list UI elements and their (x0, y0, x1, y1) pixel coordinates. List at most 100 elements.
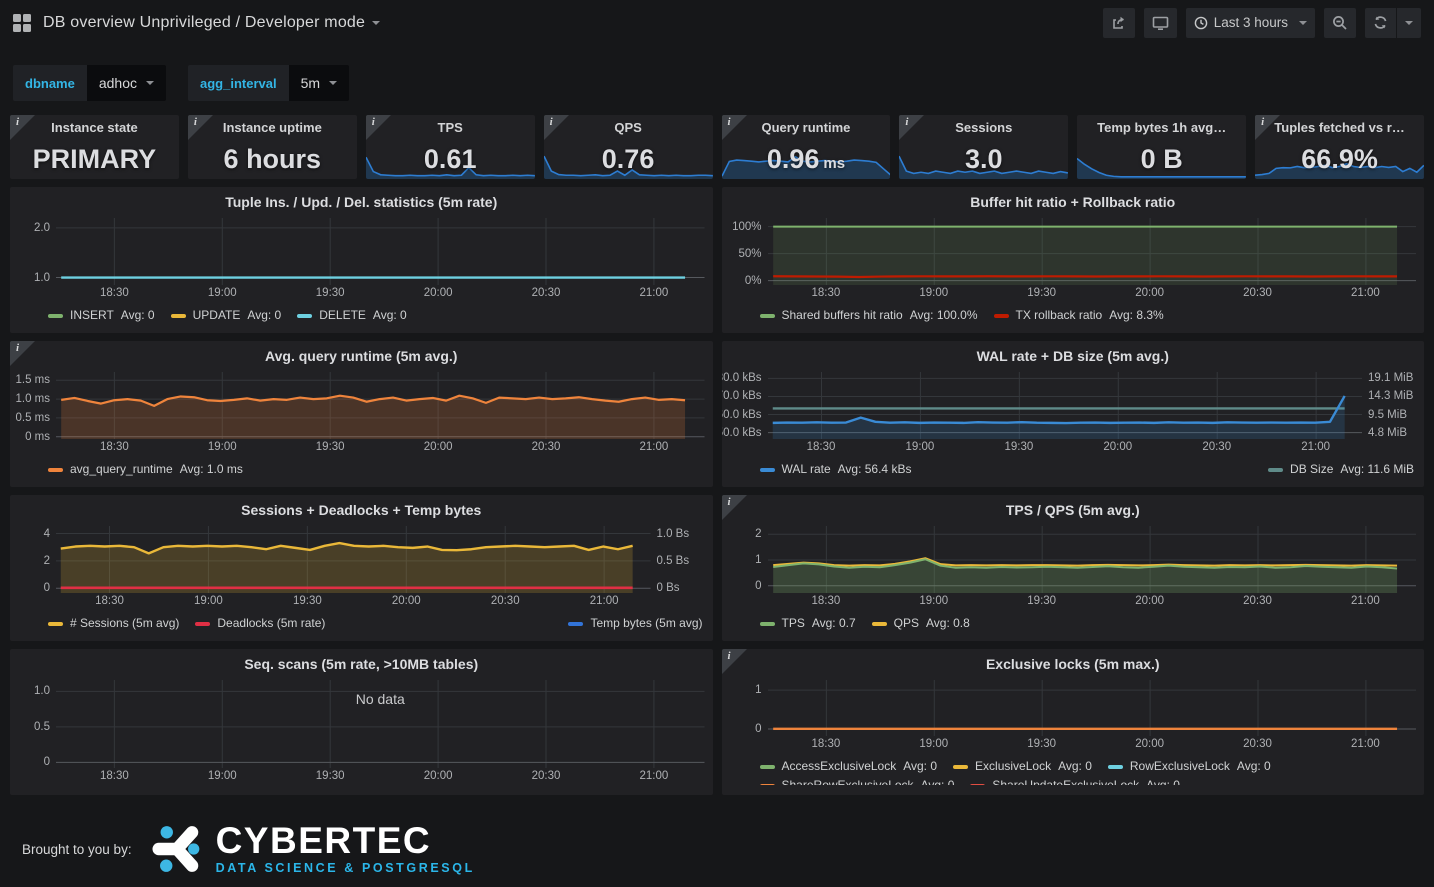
x-axis-label: 19:00 (208, 287, 237, 299)
chart-title[interactable]: Exclusive locks (5m max.) (722, 656, 1425, 680)
chart-title[interactable]: TPS / QPS (5m avg.) (722, 502, 1425, 526)
chart-title[interactable]: Sessions + Deadlocks + Temp bytes (10, 502, 713, 526)
share-button[interactable] (1103, 8, 1135, 38)
y-axis-label: 70.0 kBs (722, 390, 762, 402)
variable-dbname[interactable]: dbname adhoc (13, 65, 166, 101)
stat-title[interactable]: Sessions (899, 120, 1068, 135)
legend-color-swatch (48, 622, 63, 626)
legend-item-tps[interactable]: TPSAvg: 0.7 (760, 614, 856, 633)
y-axis-label: 0 (44, 582, 50, 594)
plot-area[interactable] (768, 218, 1417, 285)
legend-item-deadlocks-5m-rate[interactable]: Deadlocks (5m rate) (195, 614, 325, 633)
x-axis-label: 21:00 (640, 441, 669, 453)
chart-panel-sessions-deadlocks-temp-bytes: Sessions + Deadlocks + Temp bytes4201.0 … (10, 495, 713, 641)
x-axis-label: 21:00 (1351, 738, 1380, 750)
legend-item-temp-bytes-5m-avg[interactable]: Temp bytes (5m avg) (568, 614, 702, 633)
panel-info-icon[interactable]: i (1255, 115, 1280, 140)
x-axis-label: 19:30 (316, 770, 345, 782)
x-axis-label: 19:30 (316, 441, 345, 453)
legend-item-tx-rollback-ratio[interactable]: TX rollback ratioAvg: 8.3% (994, 306, 1164, 325)
x-axis-label: 20:00 (424, 441, 453, 453)
dashboard-grid-icon[interactable] (13, 14, 31, 32)
time-range-picker[interactable]: Last 3 hours (1186, 8, 1315, 38)
plot-area[interactable] (768, 526, 1417, 593)
panel-info-icon[interactable]: i (722, 495, 747, 520)
chart-title[interactable]: Buffer hit ratio + Rollback ratio (722, 194, 1425, 218)
stat-title[interactable]: Instance state (10, 120, 179, 135)
chart-panel-grid: Tuple Ins. / Upd. / Del. statistics (5m … (10, 187, 1424, 795)
legend-color-swatch (760, 784, 775, 786)
x-axis-label: 19:30 (1027, 287, 1056, 299)
stat-title[interactable]: TPS (366, 120, 535, 135)
plot-area[interactable] (56, 526, 651, 593)
legend-item-sessions-5m-avg[interactable]: # Sessions (5m avg) (48, 614, 179, 633)
legend-label: ShareUpdateExclusiveLock (992, 776, 1139, 785)
y-axis-right: 1.0 Bs0.5 Bs0 Bs (651, 526, 705, 593)
legend-item-rowexclusivelock[interactable]: RowExclusiveLockAvg: 0 (1108, 757, 1271, 776)
plot-area[interactable] (768, 372, 1363, 439)
legend-item-sharerowexclusivelock[interactable]: ShareRowExclusiveLockAvg: 0 (760, 776, 955, 785)
legend-item-db-size[interactable]: DB SizeAvg: 11.6 MiB (1268, 460, 1414, 479)
legend-color-swatch (1108, 765, 1123, 769)
stat-title[interactable]: QPS (544, 120, 713, 135)
y-axis-label: 1.0 (34, 272, 50, 284)
stat-title[interactable]: Query runtime (722, 120, 891, 135)
dashboard-title[interactable]: DB overview Unprivileged / Developer mod… (43, 14, 365, 32)
series-line-tx-rollback-ratio (773, 276, 1397, 277)
legend-item-accessexclusivelock[interactable]: AccessExclusiveLockAvg: 0 (760, 757, 938, 776)
chart-title[interactable]: Tuple Ins. / Upd. / Del. statistics (5m … (10, 194, 713, 218)
legend-color-swatch (970, 784, 985, 786)
zoom-out-button[interactable] (1324, 8, 1356, 38)
legend-item-update[interactable]: UPDATEAvg: 0 (171, 306, 282, 325)
x-axis-label: 19:30 (1027, 595, 1056, 607)
tv-mode-button[interactable] (1144, 8, 1177, 38)
legend-item-insert[interactable]: INSERTAvg: 0 (48, 306, 155, 325)
plot-area[interactable]: No data (56, 680, 705, 768)
x-axis: 18:3019:0019:3020:0020:3021:00 (768, 593, 1417, 610)
monitor-icon (1152, 15, 1169, 31)
legend-color-swatch (195, 622, 210, 626)
plot-area[interactable] (56, 372, 705, 439)
refresh-interval-caret-button[interactable] (1397, 8, 1421, 38)
plot-area[interactable] (768, 680, 1417, 736)
chart-title[interactable]: WAL rate + DB size (5m avg.) (722, 348, 1425, 372)
variable-agg-interval-value-dropdown[interactable]: 5m (289, 65, 349, 101)
top-navbar: DB overview Unprivileged / Developer mod… (0, 0, 1434, 45)
stat-title[interactable]: Temp bytes 1h avg… (1077, 120, 1246, 135)
panel-info-icon[interactable]: i (722, 115, 747, 140)
legend-item-delete[interactable]: DELETEAvg: 0 (297, 306, 407, 325)
refresh-button[interactable] (1365, 8, 1396, 38)
panel-info-icon[interactable]: i (722, 649, 747, 674)
legend-item-qps[interactable]: QPSAvg: 0.8 (872, 614, 970, 633)
panel-info-icon[interactable]: i (10, 115, 35, 140)
legend-item-wal-rate[interactable]: WAL rateAvg: 56.4 kBs (760, 460, 912, 479)
legend-label: DB Size (1290, 460, 1333, 479)
panel-info-icon[interactable]: i (544, 115, 569, 140)
variable-agg-interval[interactable]: agg_interval 5m (188, 65, 349, 101)
legend-item-shareupdateexclusivelock[interactable]: ShareUpdateExclusiveLockAvg: 0 (970, 776, 1180, 785)
y-axis-label: 4 (44, 528, 50, 540)
panel-info-icon[interactable]: i (899, 115, 924, 140)
cybertec-logo-link[interactable]: CYBERTEC DATA SCIENCE & POSTGRESQL (148, 821, 475, 877)
title-chevron-down-icon[interactable] (372, 21, 380, 25)
legend-item-exclusivelock[interactable]: ExclusiveLockAvg: 0 (953, 757, 1092, 776)
legend-item-shared-buffers-hit-ratio[interactable]: Shared buffers hit ratioAvg: 100.0% (760, 306, 978, 325)
legend: # Sessions (5m avg) Deadlocks (5m rate) Te… (48, 614, 703, 633)
x-axis-label: 20:00 (424, 287, 453, 299)
legend-label: AccessExclusiveLock (782, 757, 897, 776)
variable-dbname-value-dropdown[interactable]: adhoc (87, 65, 166, 101)
panel-info-icon[interactable]: i (366, 115, 391, 140)
panel-info-icon[interactable]: i (10, 341, 35, 366)
legend-item-avg-query-runtime[interactable]: avg_query_runtimeAvg: 1.0 ms (48, 460, 243, 479)
stat-value: 0.61 (366, 139, 535, 179)
plot-area[interactable] (56, 218, 705, 285)
legend-avg: Avg: 1.0 ms (180, 460, 243, 479)
legend-label: ShareRowExclusiveLock (782, 776, 914, 785)
chart-title[interactable]: Seq. scans (5m rate, >10MB tables) (10, 656, 713, 680)
panel-info-icon[interactable]: i (188, 115, 213, 140)
stat-title[interactable]: Tuples fetched vs r… (1255, 120, 1424, 135)
stat-title[interactable]: Instance uptime (188, 120, 357, 135)
chart-title[interactable]: Avg. query runtime (5m avg.) (10, 348, 713, 372)
legend-color-swatch (297, 314, 312, 318)
stat-value: 0.96ms (722, 139, 891, 179)
